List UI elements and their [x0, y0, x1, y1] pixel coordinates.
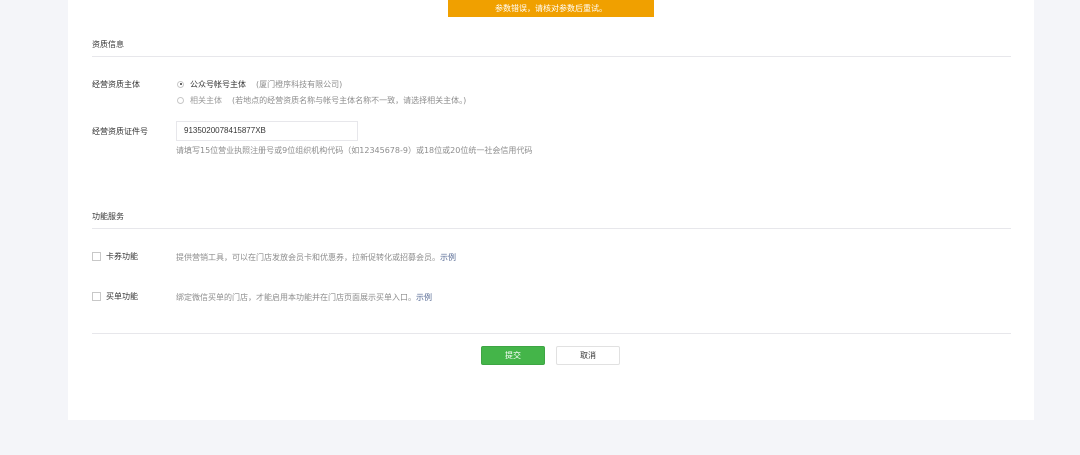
radio-label: 相关主体 — [190, 95, 222, 105]
description-text: 绑定微信买单的门店，才能启用本功能并在门店页面展示买单入口。 — [176, 293, 416, 302]
form-card — [68, 0, 1034, 420]
checkbox[interactable] — [92, 252, 101, 261]
checkbox-label: 卡券功能 — [106, 252, 138, 261]
radio-button[interactable] — [177, 96, 184, 104]
section-title-services: 功能服务 — [92, 212, 124, 221]
radio-option-related-entity[interactable]: 相关主体 (若地点的经营资质名称与帐号主体名称不一致，请选择相关主体。) — [177, 94, 466, 106]
cert-number-hint: 请填写15位营业执照注册号或9位组织机构代码（如12345678-9）或18位或… — [176, 146, 533, 155]
cancel-button[interactable]: 取消 — [556, 346, 620, 365]
section-title-qualification: 资质信息 — [92, 40, 124, 49]
checkbox-label: 买单功能 — [106, 292, 138, 301]
divider — [92, 228, 1011, 229]
radio-button[interactable] — [177, 80, 184, 88]
pay-feature-description: 绑定微信买单的门店，才能启用本功能并在门店页面展示买单入口。示例 — [176, 292, 432, 303]
entity-label: 经营资质主体 — [92, 80, 140, 89]
description-text: 提供营销工具，可以在门店发放会员卡和优惠券，拉新促转化或招募会员。 — [176, 253, 440, 262]
radio-option-account-entity[interactable]: 公众号帐号主体 (厦门橙序科技有限公司) — [177, 78, 342, 90]
submit-button[interactable]: 提交 — [481, 346, 545, 365]
radio-label: 公众号帐号主体 — [190, 79, 246, 89]
divider — [92, 333, 1011, 334]
radio-note: (若地点的经营资质名称与帐号主体名称不一致，请选择相关主体。) — [232, 95, 467, 105]
checkbox[interactable] — [92, 292, 101, 301]
checkbox-pay-feature[interactable]: 买单功能 — [92, 291, 138, 302]
radio-note: (厦门橙序科技有限公司) — [256, 79, 343, 89]
example-link[interactable]: 示例 — [440, 253, 456, 262]
example-link[interactable]: 示例 — [416, 293, 432, 302]
card-feature-description: 提供营销工具，可以在门店发放会员卡和优惠券，拉新促转化或招募会员。示例 — [176, 252, 456, 263]
checkbox-card-feature[interactable]: 卡券功能 — [92, 251, 138, 262]
divider — [92, 56, 1011, 57]
cert-number-label: 经营资质证件号 — [92, 127, 148, 136]
error-toast: 参数错误，请核对参数后重试。 — [448, 0, 654, 17]
cert-number-input[interactable]: 9135020078415877XB — [176, 121, 358, 141]
